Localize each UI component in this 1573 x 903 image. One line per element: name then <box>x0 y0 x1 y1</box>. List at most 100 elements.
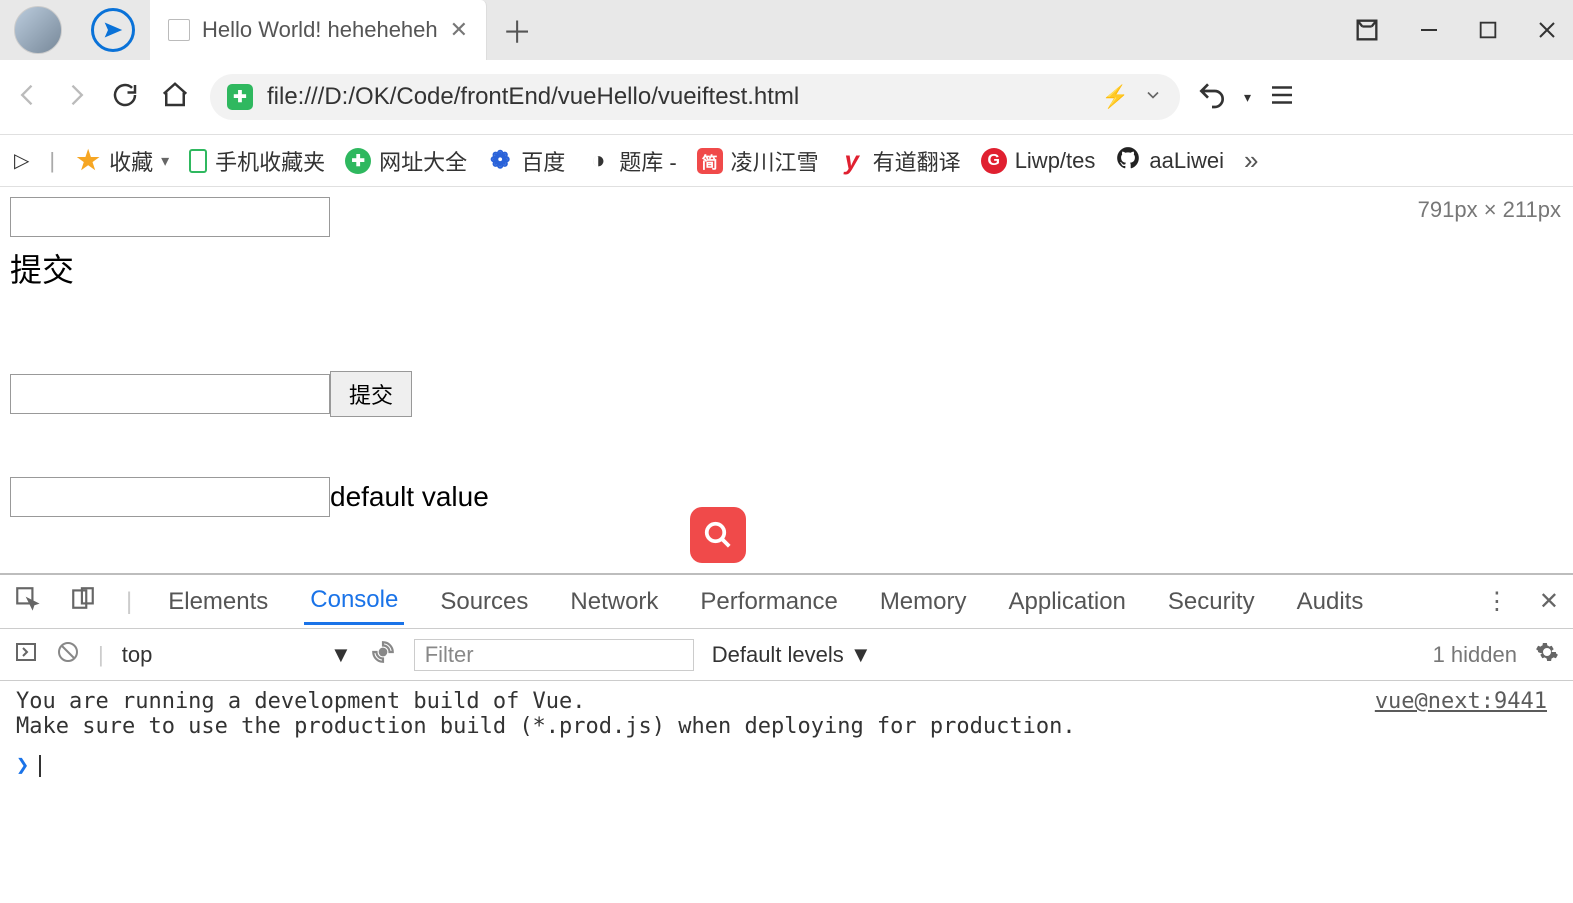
search-fab-button[interactable] <box>690 507 746 563</box>
undo-dropdown-button[interactable]: ▾ <box>1244 89 1251 106</box>
console-settings-button[interactable] <box>1535 640 1559 670</box>
url-field[interactable]: ✚ file:///D:/OK/Code/frontEnd/vueHello/v… <box>210 74 1180 120</box>
bookmark-tiku[interactable]: ◑ 题库 - <box>585 145 676 177</box>
context-selector[interactable]: top ▼ <box>122 642 352 668</box>
phone-icon <box>189 149 207 173</box>
undo-button[interactable] <box>1196 79 1228 116</box>
text-input-3[interactable] <box>10 477 330 517</box>
bookmark-liwp[interactable]: G Liwp/tes <box>981 148 1096 174</box>
sidebar-toggle-button[interactable]: ▷ <box>14 148 29 173</box>
home-button[interactable] <box>160 80 194 114</box>
bookmark-label: 凌川江雪 <box>731 145 819 177</box>
avatar-icon <box>14 6 62 54</box>
bookmark-label: 有道翻译 <box>873 145 961 177</box>
titlebar: Hello World! heheheheh ✕ ＋ <box>0 0 1573 60</box>
divider: | <box>49 148 55 174</box>
tab-close-button[interactable]: ✕ <box>450 17 468 43</box>
compass-icon <box>91 8 135 52</box>
minimize-button[interactable] <box>1417 18 1441 42</box>
form-block-1: 提交 <box>10 197 1563 291</box>
submit-button-2[interactable]: 提交 <box>330 371 412 417</box>
tab-console[interactable]: Console <box>304 578 404 625</box>
url-dropdown-button[interactable] <box>1143 85 1163 110</box>
tab-security[interactable]: Security <box>1162 580 1261 624</box>
bookmark-label: 网址大全 <box>379 145 467 177</box>
bookmarks-overflow-button[interactable]: » <box>1244 145 1258 176</box>
console-message-line: Make sure to use the production build (*… <box>16 714 1557 739</box>
viewport-dimensions: 791px × 211px <box>1418 197 1561 223</box>
bookmark-label: 百度 <box>521 145 565 177</box>
devtools-menu-button[interactable]: ⋮ <box>1485 587 1509 616</box>
bookmark-label: 题库 - <box>619 145 676 177</box>
prompt-arrow-icon: ❯ <box>16 753 29 778</box>
bookmark-lingchuan[interactable]: 简 凌川江雪 <box>697 145 819 177</box>
shield-icon: ✚ <box>227 84 253 110</box>
tab-audits[interactable]: Audits <box>1291 580 1370 624</box>
star-icon: ★ <box>75 148 101 174</box>
divider: | <box>98 642 104 668</box>
devtools-close-button[interactable]: ✕ <box>1539 587 1559 616</box>
divider: | <box>126 588 132 616</box>
bookmarks-bar: ▷ | ★ 收藏 ▾ 手机收藏夹 ✚ 网址大全 ❁ 百度 ◑ 题库 - 简 凌川… <box>0 135 1573 187</box>
log-levels-selector[interactable]: Default levels ▼ <box>712 642 872 668</box>
address-bar: ✚ file:///D:/OK/Code/frontEnd/vueHello/v… <box>0 60 1573 135</box>
bookmark-label: aaLiwei <box>1149 148 1224 174</box>
text-input-1[interactable] <box>10 197 330 237</box>
bookmark-baidu[interactable]: ❁ 百度 <box>487 145 565 177</box>
bookmark-aaliwei[interactable]: aaLiwei <box>1115 145 1224 177</box>
tab-application[interactable]: Application <box>1002 580 1131 624</box>
tab-favicon-icon <box>168 19 190 41</box>
tab-elements[interactable]: Elements <box>162 580 274 624</box>
back-button[interactable] <box>14 81 46 113</box>
hamburger-menu-button[interactable] <box>1267 80 1297 115</box>
browser-tab[interactable]: Hello World! heheheheh ✕ <box>150 0 487 60</box>
hidden-messages-label[interactable]: 1 hidden <box>1433 642 1517 668</box>
profile-avatar-button[interactable] <box>0 0 75 60</box>
bookmark-youdao[interactable]: y 有道翻译 <box>839 145 961 177</box>
tab-title: Hello World! heheheheh <box>202 17 438 43</box>
maximize-button[interactable] <box>1477 19 1499 41</box>
bookmark-label: 收藏 <box>109 145 153 177</box>
page-content: 791px × 211px 提交 提交 default value <box>0 187 1573 573</box>
bookmark-label: Liwp/tes <box>1015 148 1096 174</box>
console-prompt[interactable]: ❯ <box>16 753 1557 778</box>
console-source-link[interactable]: vue@next:9441 <box>1375 689 1547 714</box>
bookmark-mobile[interactable]: 手机收藏夹 <box>189 145 325 177</box>
jian-icon: 简 <box>697 148 723 174</box>
tab-network[interactable]: Network <box>564 580 664 624</box>
window-controls <box>1353 0 1559 60</box>
live-expression-button[interactable] <box>370 639 396 671</box>
baidu-icon: ❁ <box>487 148 513 174</box>
submit-text-1[interactable]: 提交 <box>10 245 1563 291</box>
forward-button[interactable] <box>62 81 94 113</box>
globe-icon: ✚ <box>345 148 371 174</box>
filter-input[interactable]: Filter <box>414 639 694 671</box>
new-tab-button[interactable]: ＋ <box>487 0 547 60</box>
context-value: top <box>122 642 153 667</box>
bookmark-dropdown[interactable]: ▾ <box>161 151 169 171</box>
tab-memory[interactable]: Memory <box>874 580 973 624</box>
console-toolbar: | top ▼ Filter Default levels ▼ 1 hidden <box>0 629 1573 681</box>
wardrobe-icon[interactable] <box>1353 16 1381 44</box>
bookmark-favorites[interactable]: ★ 收藏 ▾ <box>75 145 169 177</box>
output-text-3: default value <box>330 481 489 513</box>
bolt-icon: ⚡ <box>1102 84 1129 110</box>
search-icon <box>703 520 733 550</box>
text-input-2[interactable] <box>10 374 330 414</box>
bookmark-label: 手机收藏夹 <box>215 145 325 177</box>
reload-button[interactable] <box>110 80 144 114</box>
tab-sources[interactable]: Sources <box>434 580 534 624</box>
clear-console-button[interactable] <box>56 640 80 670</box>
devtools-tab-bar: | Elements Console Sources Network Perfo… <box>0 575 1573 629</box>
compass-button[interactable] <box>75 0 150 60</box>
tiku-icon: ◑ <box>585 148 611 174</box>
bookmark-wangzhi[interactable]: ✚ 网址大全 <box>345 145 467 177</box>
close-window-button[interactable] <box>1535 18 1559 42</box>
inspect-element-button[interactable] <box>14 585 40 618</box>
url-text: file:///D:/OK/Code/frontEnd/vueHello/vue… <box>267 83 1088 111</box>
tab-performance[interactable]: Performance <box>694 580 843 624</box>
chevron-down-icon: ▼ <box>330 642 352 668</box>
form-block-3: default value <box>10 477 1563 517</box>
console-sidebar-button[interactable] <box>14 640 38 670</box>
device-toggle-button[interactable] <box>70 585 96 618</box>
